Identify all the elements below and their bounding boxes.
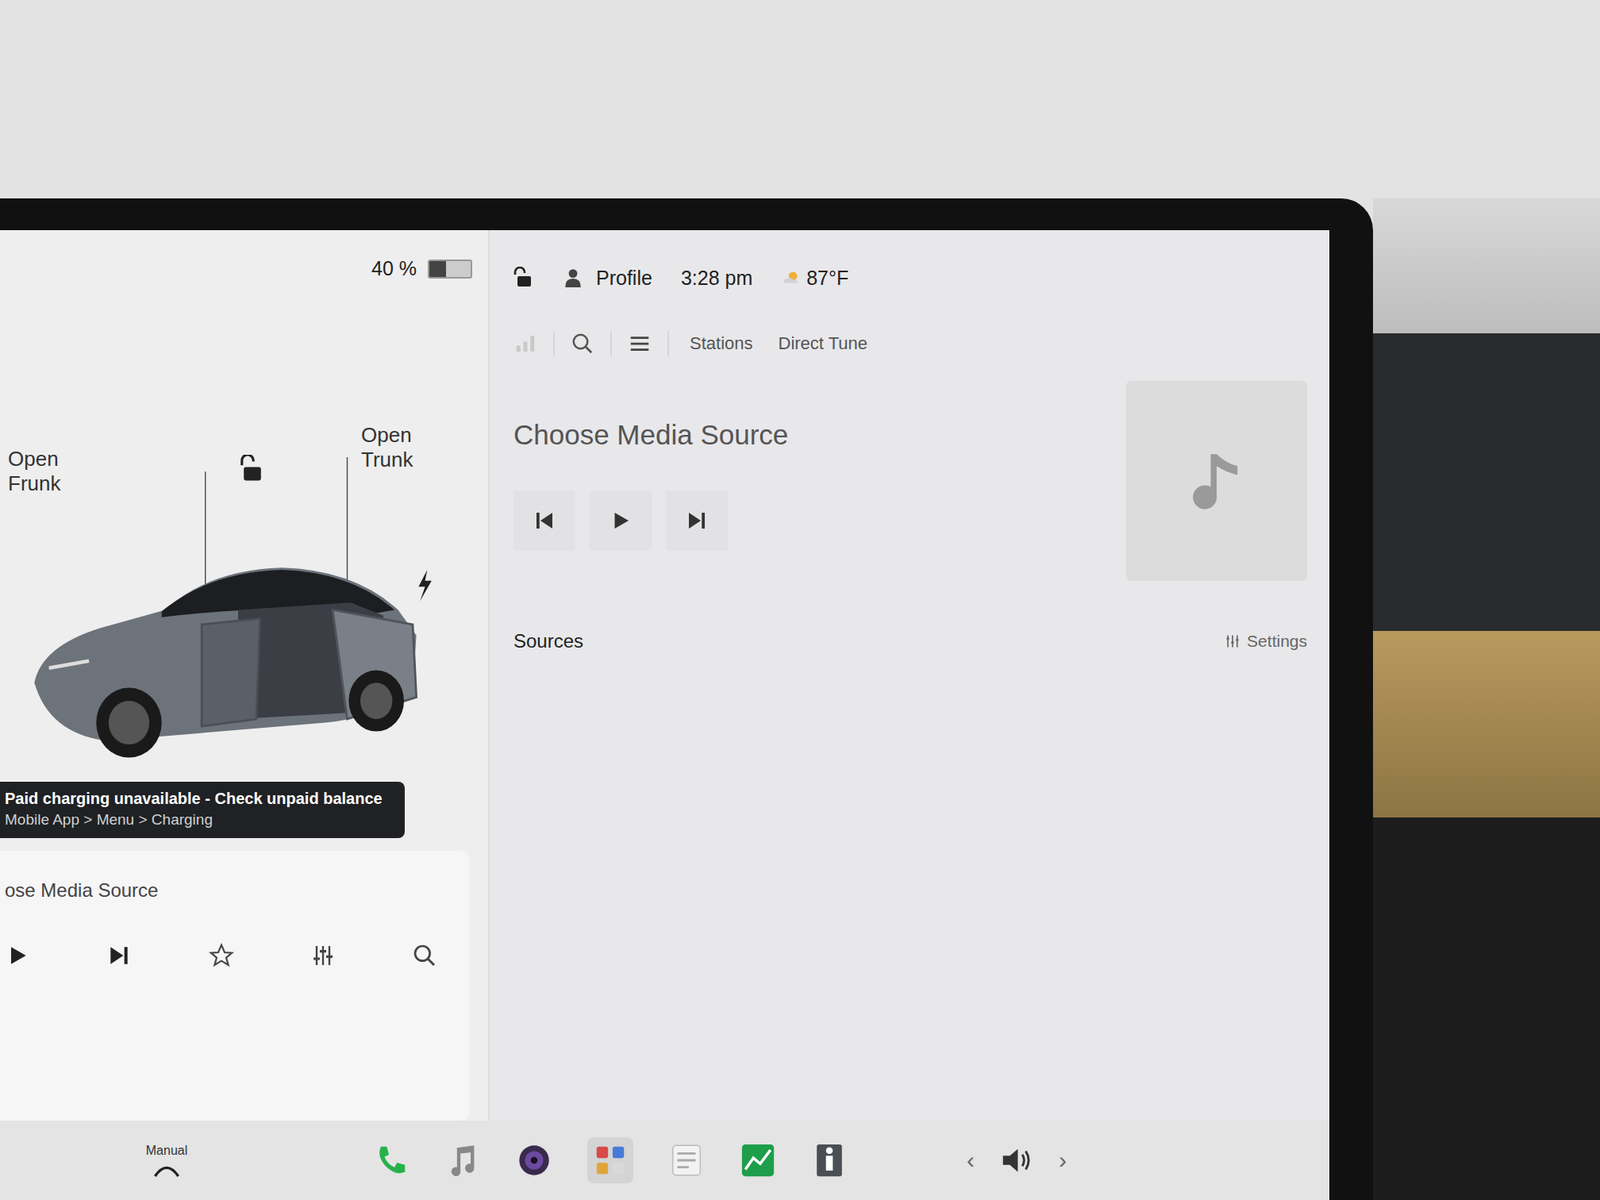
drive-mode[interactable]: Manual [47, 1143, 286, 1177]
volume-up-button[interactable]: › [1058, 1146, 1067, 1174]
toybox-icon[interactable] [668, 1142, 705, 1179]
taskbar: Manual ‹ › [0, 1120, 1330, 1200]
music-note-icon [1180, 445, 1253, 517]
radio-signal-icon[interactable] [513, 331, 538, 356]
touchscreen: 40 % Open Frunk Open Trunk Paid charging… [0, 230, 1330, 1200]
search-icon[interactable] [570, 331, 595, 356]
star-icon[interactable] [208, 942, 235, 969]
app-launcher[interactable] [587, 1137, 634, 1184]
unlocked-icon[interactable] [513, 266, 535, 289]
charging-alert: Paid charging unavailable - Check unpaid… [0, 781, 405, 839]
car-image [0, 500, 477, 763]
sun-cloud-icon [780, 267, 802, 289]
weather: 87°F [780, 266, 849, 290]
media-panel: Profile 3:28 pm 87°F Stations Direct Tune… [489, 230, 1330, 1121]
phone-icon[interactable] [373, 1142, 410, 1179]
play-button[interactable] [589, 490, 652, 551]
battery-percent: 40 % [371, 257, 417, 281]
music-icon[interactable] [444, 1142, 481, 1179]
fan-icon [150, 1162, 183, 1177]
play-icon [608, 508, 633, 533]
car-interior [1373, 198, 1600, 1200]
charge-bolt-icon [418, 569, 432, 601]
mini-player: ose Media Source [0, 850, 470, 1121]
media-title: Choose Media Source [513, 419, 789, 451]
photo-frame: 40 % Open Frunk Open Trunk Paid charging… [0, 0, 1600, 1200]
media-tab[interactable]: Stations [684, 330, 758, 358]
clock: 3:28 pm [680, 266, 753, 290]
play-icon[interactable] [4, 942, 31, 969]
unlocked-icon[interactable] [240, 454, 265, 484]
volume-down-button[interactable]: ‹ [966, 1146, 975, 1174]
open-trunk-button[interactable]: Open Trunk [361, 423, 425, 473]
search-icon[interactable] [411, 942, 438, 969]
equalizer-icon[interactable] [310, 942, 336, 969]
camera-icon[interactable] [515, 1142, 553, 1179]
speaker-icon [998, 1142, 1035, 1179]
status-bar: Profile 3:28 pm 87°F [513, 230, 1308, 294]
next-track-icon[interactable] [106, 942, 132, 969]
next-track-icon [684, 508, 709, 533]
previous-button[interactable] [513, 490, 576, 551]
media-tab[interactable]: Direct Tune [773, 330, 874, 358]
display-bezel: 40 % Open Frunk Open Trunk Paid charging… [0, 198, 1374, 1200]
person-icon [562, 266, 584, 289]
car-panel: 40 % Open Frunk Open Trunk Paid charging… [0, 230, 490, 1121]
sources-label: Sources [513, 630, 584, 653]
volume-control[interactable]: ‹ › [966, 1142, 1067, 1179]
chart-icon[interactable] [739, 1142, 777, 1179]
sliders-icon [1224, 633, 1241, 650]
apps-icon [592, 1142, 629, 1179]
queue-list-icon[interactable] [627, 331, 652, 356]
next-button[interactable] [665, 490, 728, 551]
background-wall [0, 0, 1600, 199]
album-art [1126, 380, 1308, 581]
settings-button[interactable]: Settings [1224, 631, 1308, 651]
battery-icon [427, 259, 473, 279]
profile-button[interactable]: Profile [562, 266, 653, 290]
open-frunk-button[interactable]: Open Frunk [7, 446, 96, 497]
mini-player-title: ose Media Source [4, 879, 454, 902]
manual-info-icon[interactable] [811, 1142, 848, 1179]
media-toolbar: Stations Direct Tune [513, 330, 1308, 358]
previous-track-icon [532, 508, 557, 533]
